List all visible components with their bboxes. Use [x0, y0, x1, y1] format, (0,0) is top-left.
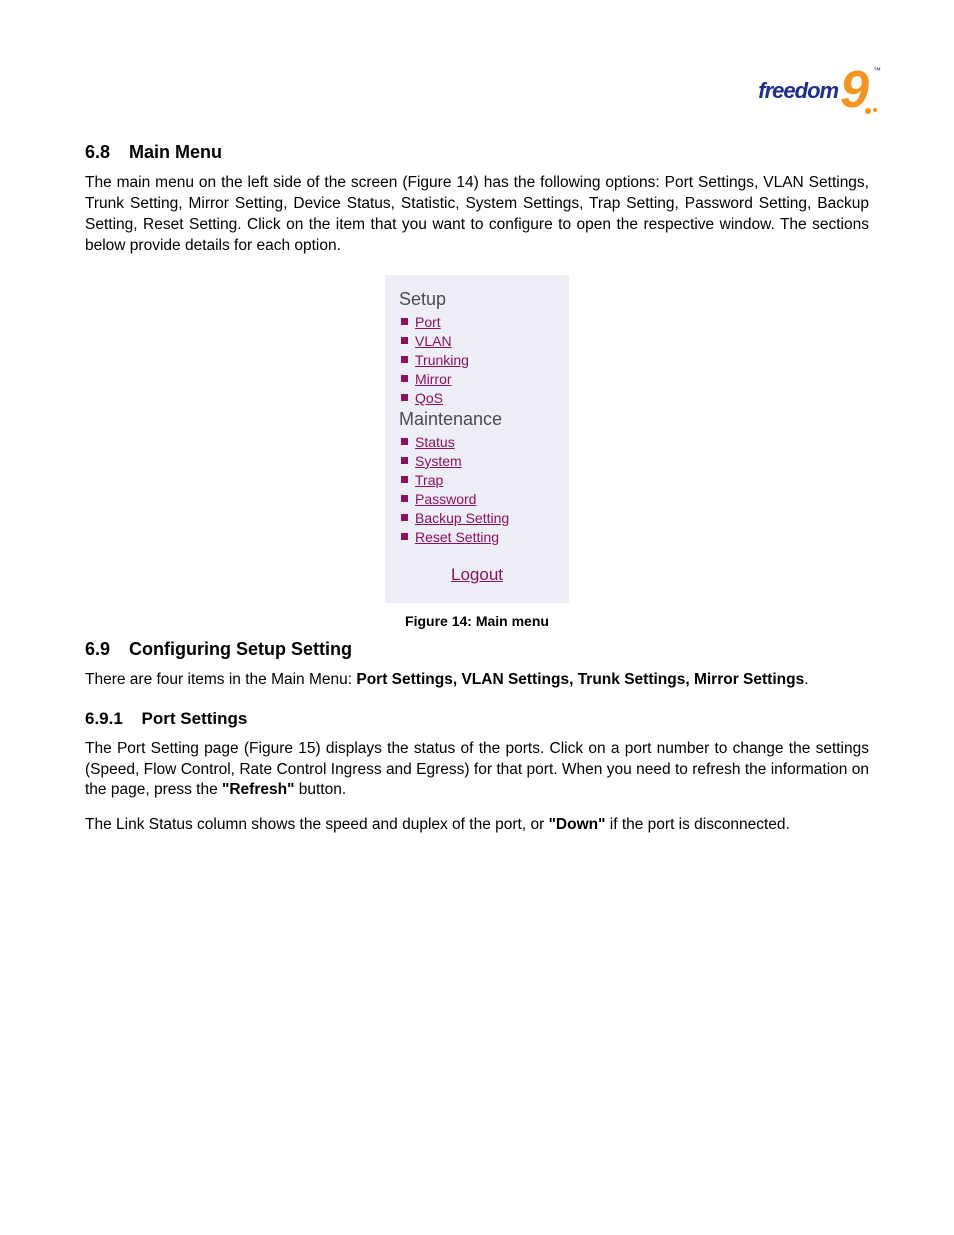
section-title: Port Settings — [142, 709, 248, 728]
section-number: 6.9 — [85, 639, 110, 659]
section-6-9-1-paragraph-2: The Link Status column shows the speed a… — [85, 815, 869, 836]
text-run: The Port Setting page (Figure 15) displa… — [85, 740, 869, 799]
menu-link-label: Port — [415, 314, 441, 330]
logo-number: 9 — [840, 72, 869, 108]
section-heading-6-9-1: 6.9.1 Port Settings — [85, 709, 869, 729]
text-run: button. — [294, 781, 346, 798]
figure-14: Setup Port VLAN Trunking Mirror — [85, 275, 869, 629]
bullet-icon — [401, 514, 408, 521]
section-heading-6-8: 6.8 Main Menu — [85, 142, 869, 163]
section-6-8-paragraph: The main menu on the left side of the sc… — [85, 173, 869, 257]
bullet-icon — [401, 533, 408, 540]
menu-item-status[interactable]: Status — [399, 434, 555, 450]
section-title: Configuring Setup Setting — [129, 639, 352, 659]
menu-item-trap[interactable]: Trap — [399, 472, 555, 488]
brand-logo: freedom 9 ™ — [758, 68, 869, 104]
bullet-icon — [401, 394, 408, 401]
menu-item-mirror[interactable]: Mirror — [399, 371, 555, 387]
menu-header-maintenance: Maintenance — [399, 409, 555, 430]
text-run: . — [804, 671, 808, 688]
menu-link-label: Trunking — [415, 352, 469, 368]
menu-item-port[interactable]: Port — [399, 314, 555, 330]
bullet-icon — [401, 356, 408, 363]
menu-item-trunking[interactable]: Trunking — [399, 352, 555, 368]
menu-item-vlan[interactable]: VLAN — [399, 333, 555, 349]
figure-caption: Figure 14: Main menu — [405, 613, 549, 629]
bullet-icon — [401, 495, 408, 502]
menu-link-label: Mirror — [415, 371, 452, 387]
bullet-icon — [401, 476, 408, 483]
section-6-9-1-paragraph-1: The Port Setting page (Figure 15) displa… — [85, 739, 869, 802]
text-run: There are four items in the Main Menu: — [85, 671, 356, 688]
bullet-icon — [401, 457, 408, 464]
bullet-icon — [401, 318, 408, 325]
menu-link-label: Status — [415, 434, 455, 450]
text-bold: "Down" — [549, 816, 606, 833]
text-run: The Link Status column shows the speed a… — [85, 816, 549, 833]
menu-item-backup-setting[interactable]: Backup Setting — [399, 510, 555, 526]
menu-link-label: VLAN — [415, 333, 452, 349]
logo-dots-icon — [865, 108, 877, 114]
bullet-icon — [401, 375, 408, 382]
menu-link-label: Backup Setting — [415, 510, 509, 526]
menu-link-label: Password — [415, 491, 476, 507]
menu-header-setup: Setup — [399, 289, 555, 310]
section-title: Main Menu — [129, 142, 222, 162]
section-number: 6.9.1 — [85, 709, 123, 728]
logout-link[interactable]: Logout — [451, 565, 503, 584]
menu-link-label: Reset Setting — [415, 529, 499, 545]
menu-link-label: System — [415, 453, 462, 469]
menu-item-password[interactable]: Password — [399, 491, 555, 507]
menu-link-label: Trap — [415, 472, 443, 488]
logo-text: freedom — [758, 78, 838, 104]
section-heading-6-9: 6.9 Configuring Setup Setting — [85, 639, 869, 660]
main-menu-panel: Setup Port VLAN Trunking Mirror — [385, 275, 569, 603]
text-bold: Port Settings, VLAN Settings, Trunk Sett… — [356, 671, 804, 688]
menu-link-label: QoS — [415, 390, 443, 406]
section-number: 6.8 — [85, 142, 110, 162]
menu-item-qos[interactable]: QoS — [399, 390, 555, 406]
bullet-icon — [401, 337, 408, 344]
text-run: if the port is disconnected. — [605, 816, 789, 833]
logo-trademark: ™ — [873, 66, 881, 75]
section-6-9-paragraph: There are four items in the Main Menu: P… — [85, 670, 869, 691]
menu-item-reset-setting[interactable]: Reset Setting — [399, 529, 555, 545]
menu-item-system[interactable]: System — [399, 453, 555, 469]
bullet-icon — [401, 438, 408, 445]
text-bold: "Refresh" — [222, 781, 294, 798]
